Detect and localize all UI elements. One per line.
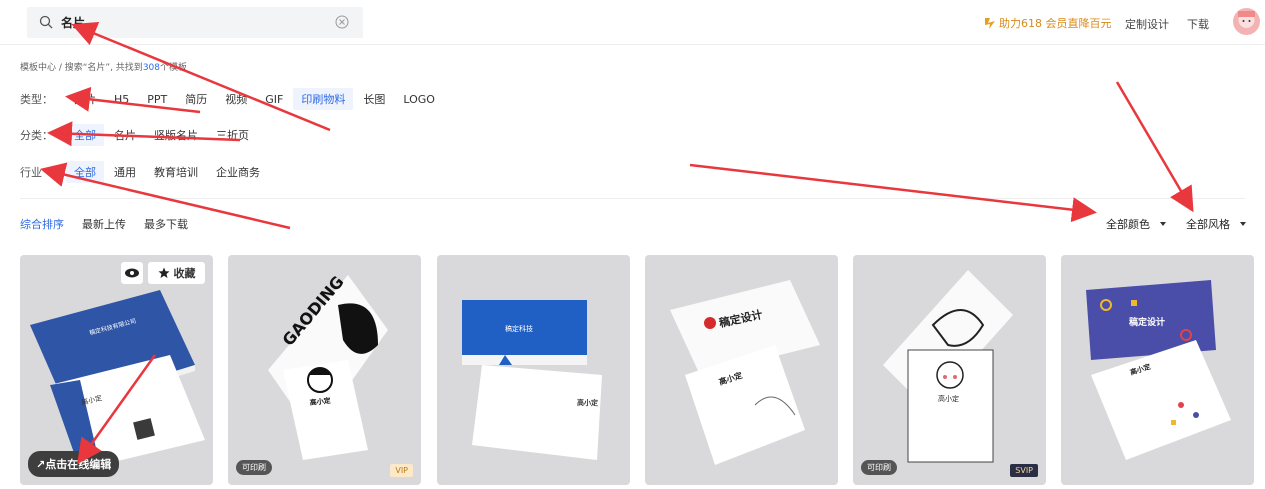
- eye-icon: [125, 268, 139, 278]
- type-option-resume[interactable]: 简历: [177, 88, 215, 110]
- search-input[interactable]: [61, 12, 321, 32]
- card-person-name: 高小定: [577, 398, 598, 407]
- divider: [20, 198, 1245, 199]
- type-option-long-image[interactable]: 长图: [355, 88, 393, 110]
- svip-badge: SVIP: [1010, 464, 1038, 477]
- promo-label: 助力618 会员直降百元: [999, 17, 1112, 30]
- custom-design-link[interactable]: 定制设计: [1125, 16, 1169, 32]
- category-option-card[interactable]: 名片: [106, 124, 144, 146]
- template-card[interactable]: GAODING 高小定 可印刷 VIP: [228, 255, 421, 485]
- vip-badge: VIP: [390, 464, 413, 477]
- download-link[interactable]: 下载: [1187, 16, 1209, 32]
- type-option-print[interactable]: 印刷物料: [293, 88, 354, 110]
- template-card[interactable]: 稿定科技 高小定: [437, 255, 630, 485]
- type-option-ppt[interactable]: PPT: [139, 90, 175, 109]
- card-preview-image: 稿定科技 高小定: [462, 300, 602, 460]
- category-option-all[interactable]: 全部: [66, 124, 104, 146]
- search-box[interactable]: [27, 7, 363, 38]
- category-option-vertical-card[interactable]: 竖版名片: [146, 124, 206, 146]
- edit-online-label: 点击在线编辑: [45, 458, 112, 471]
- template-card[interactable]: 高小定 可印刷 SVIP: [853, 255, 1046, 485]
- type-option-gif[interactable]: GIF: [257, 90, 291, 109]
- breadcrumb-suffix: 个模板: [160, 63, 188, 73]
- card-brand-text: 稿定设计: [1128, 316, 1165, 328]
- bolt-icon: [985, 18, 995, 29]
- type-option-video[interactable]: 视频: [217, 88, 255, 110]
- template-card[interactable]: 稿定科技有限公司 高小定 收藏 ↗点击在线编辑: [20, 255, 213, 485]
- filter-row-type: 类型： 图片 H5 PPT 简历 视频 GIF 印刷物料 长图 LOGO: [20, 88, 445, 110]
- filter-row-category: 分类： 全部 名片 竖版名片 三折页: [20, 124, 259, 146]
- preview-button[interactable]: [121, 262, 143, 284]
- style-dropdown[interactable]: 全部风格: [1186, 216, 1246, 232]
- filter-label-type: 类型：: [20, 93, 53, 106]
- industry-option-all[interactable]: 全部: [66, 161, 104, 183]
- filter-label-category: 分类：: [20, 129, 53, 142]
- edit-online-button[interactable]: ↗点击在线编辑: [28, 451, 120, 477]
- breadcrumb-prefix: 模板中心 / 搜索“名片”, 共找到: [20, 63, 143, 73]
- card-brand-text: 稿定科技: [505, 324, 533, 333]
- color-dropdown[interactable]: 全部颜色: [1106, 216, 1166, 232]
- template-card[interactable]: 稿定设计 高小定: [645, 255, 838, 485]
- promo-link[interactable]: 助力618 会员直降百元: [983, 15, 1112, 31]
- template-card[interactable]: 稿定设计 高小定: [1061, 255, 1254, 485]
- edit-arrow-icon: ↗: [36, 458, 46, 471]
- industry-option-education[interactable]: 教育培训: [146, 161, 206, 183]
- sort-comprehensive[interactable]: 综合排序: [20, 216, 64, 232]
- top-bar: 助力618 会员直降百元 定制设计 下载: [0, 0, 1265, 45]
- sort-most-downloads[interactable]: 最多下载: [144, 216, 188, 232]
- style-dropdown-label: 全部风格: [1186, 218, 1230, 231]
- industry-option-general[interactable]: 通用: [106, 161, 144, 183]
- sort-newest[interactable]: 最新上传: [82, 216, 126, 232]
- type-option-image[interactable]: 图片: [66, 88, 104, 110]
- industry-option-business[interactable]: 企业商务: [208, 161, 268, 183]
- breadcrumb: 模板中心 / 搜索“名片”, 共找到308个模板: [20, 60, 187, 73]
- search-icon[interactable]: [39, 15, 53, 29]
- avatar[interactable]: [1233, 8, 1260, 35]
- type-option-logo[interactable]: LOGO: [395, 90, 443, 109]
- printable-badge: 可印刷: [236, 460, 272, 475]
- result-count: 308: [142, 63, 160, 73]
- star-icon: [158, 267, 169, 278]
- caret-down-icon: [1240, 222, 1246, 226]
- card-preview-image: GAODING 高小定: [268, 272, 388, 460]
- category-option-trifold[interactable]: 三折页: [208, 124, 257, 146]
- type-option-h5[interactable]: H5: [106, 90, 137, 109]
- color-dropdown-label: 全部颜色: [1106, 218, 1150, 231]
- favorite-label: 收藏: [173, 267, 196, 280]
- printable-badge: 可印刷: [861, 460, 897, 475]
- sort-bar: 综合排序 最新上传 最多下载: [20, 216, 188, 232]
- caret-down-icon: [1160, 222, 1166, 226]
- clear-icon[interactable]: [335, 15, 349, 29]
- filter-row-industry: 行业 全部 通用 教育培训 企业商务: [20, 161, 270, 183]
- card-preview-image: 稿定设计 高小定: [1086, 280, 1231, 460]
- card-person-name: 高小定: [938, 394, 959, 403]
- favorite-button[interactable]: 收藏: [148, 262, 205, 284]
- card-preview-image: 高小定: [883, 270, 1013, 463]
- card-preview-image: 稿定设计 高小定: [670, 280, 820, 465]
- filter-label-industry: 行业: [20, 166, 42, 179]
